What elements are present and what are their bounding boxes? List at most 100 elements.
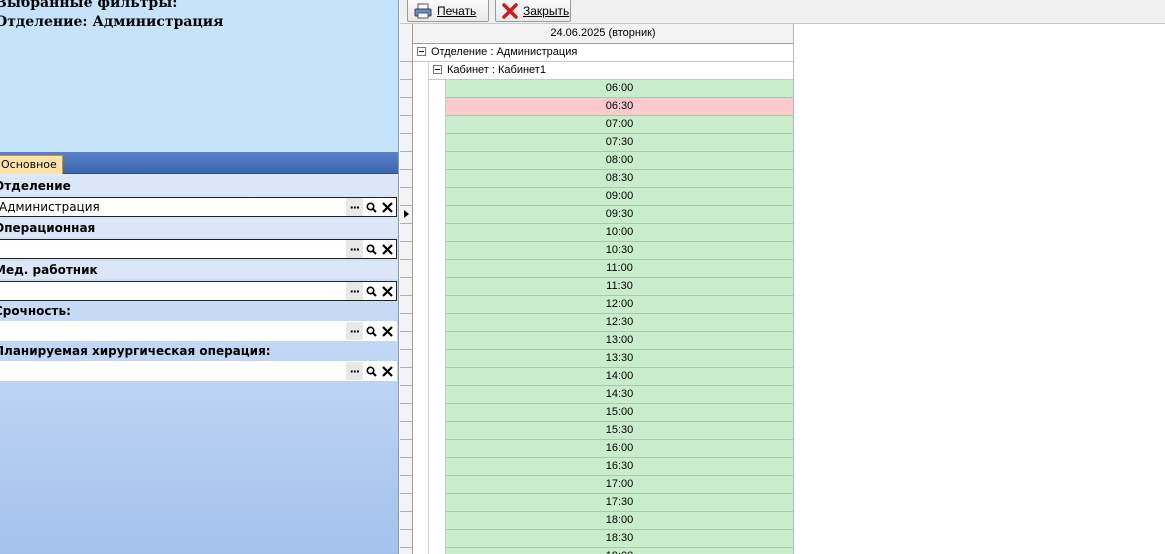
time-slot[interactable]: 09:00 — [446, 188, 793, 206]
ellipsis-icon: ··· — [349, 200, 361, 214]
time-slot[interactable]: 13:00 — [446, 332, 793, 350]
time-slot[interactable]: 07:00 — [446, 116, 793, 134]
row-indicator-cell[interactable] — [400, 332, 413, 350]
time-slot[interactable]: 12:30 — [446, 314, 793, 332]
operating-room-search-button[interactable] — [363, 240, 380, 258]
department-search-button[interactable] — [363, 198, 380, 216]
urgency-search-button[interactable] — [363, 322, 380, 340]
tab-main[interactable]: Основное — [0, 155, 63, 175]
row-indicator-cell[interactable] — [400, 170, 413, 188]
time-slot-list: 06:00 06:30 07:00 07:30 08:00 08:30 09:00 09:30… — [446, 80, 793, 554]
group-department-label: Отделение : Администрация — [431, 46, 578, 58]
print-button[interactable]: Печать — [407, 0, 489, 22]
collapse-toggle-icon[interactable] — [417, 47, 426, 56]
time-slot[interactable]: 18:30 — [446, 530, 793, 548]
time-slot[interactable]: 08:30 — [446, 170, 793, 188]
schedule-grid: 24.06.2025 (вторник) Отделение : Админис… — [400, 24, 794, 554]
row-indicator-cell[interactable] — [400, 98, 413, 116]
time-slot[interactable]: 19:00 — [446, 548, 793, 554]
row-indicator-cell[interactable] — [400, 512, 413, 530]
planned-surgery-search-button[interactable] — [363, 362, 380, 380]
operating-room-pick-button[interactable]: ··· — [346, 240, 363, 258]
department-clear-button[interactable] — [379, 198, 396, 216]
close-icon — [502, 3, 518, 19]
row-indicator-column — [400, 24, 413, 554]
row-indicator-cell[interactable] — [400, 80, 413, 98]
row-indicator-cell[interactable] — [400, 386, 413, 404]
time-slot[interactable]: 14:00 — [446, 368, 793, 386]
time-slot[interactable]: 10:00 — [446, 224, 793, 242]
close-icon — [382, 243, 393, 255]
time-slot[interactable]: 07:30 — [446, 134, 793, 152]
filter-tabstrip: Основное — [0, 152, 398, 175]
time-slot[interactable]: 10:30 — [446, 242, 793, 260]
time-slot[interactable]: 08:00 — [446, 152, 793, 170]
row-indicator-cell[interactable] — [400, 224, 413, 242]
row-indicator-cell[interactable] — [400, 404, 413, 422]
row-indicator-cell[interactable] — [400, 548, 413, 554]
search-icon — [365, 243, 377, 255]
time-slot[interactable]: 15:30 — [446, 422, 793, 440]
urgency-clear-button[interactable] — [379, 322, 396, 340]
time-slot[interactable]: 17:00 — [446, 476, 793, 494]
time-slot[interactable]: 06:00 — [446, 80, 793, 98]
date-column-header[interactable]: 24.06.2025 (вторник) — [413, 24, 793, 44]
time-slot[interactable]: 14:30 — [446, 386, 793, 404]
collapse-toggle-icon[interactable] — [433, 65, 442, 74]
department-field-buttons: ··· — [346, 197, 397, 217]
close-icon — [382, 325, 393, 337]
row-indicator-cell[interactable] — [400, 188, 413, 206]
time-slot[interactable]: 13:30 — [446, 350, 793, 368]
row-indicator-cell[interactable] — [400, 260, 413, 278]
operating-room-label: Операционная — [0, 219, 398, 237]
department-pick-button[interactable]: ··· — [346, 198, 363, 216]
group-row-room[interactable]: Кабинет : Кабинет1 — [429, 62, 793, 80]
row-indicator-cell[interactable] — [400, 314, 413, 332]
row-indicator-cell[interactable] — [400, 494, 413, 512]
row-indicator-cell[interactable] — [400, 152, 413, 170]
planned-surgery-pick-button[interactable]: ··· — [346, 362, 363, 380]
time-slot[interactable]: 06:30 — [446, 98, 793, 116]
row-indicator-cell[interactable] — [400, 296, 413, 314]
time-slot[interactable]: 16:30 — [446, 458, 793, 476]
close-button[interactable]: Закрыть — [495, 0, 571, 22]
time-slot[interactable]: 16:00 — [446, 440, 793, 458]
row-indicator-cell[interactable] — [400, 458, 413, 476]
row-indicator-cell[interactable] — [400, 242, 413, 260]
row-indicator-cell[interactable] — [400, 530, 413, 548]
row-indicator-cell[interactable] — [400, 44, 413, 62]
urgency-pick-button[interactable]: ··· — [346, 322, 363, 340]
row-indicator-cell[interactable] — [400, 62, 413, 80]
row-indicator-cell[interactable] — [400, 350, 413, 368]
department-field[interactable]: Администрация — [0, 197, 346, 217]
time-slot[interactable]: 18:00 — [446, 512, 793, 530]
row-indicator-cell[interactable] — [400, 116, 413, 134]
time-slot[interactable]: 15:00 — [446, 404, 793, 422]
row-indicator-cell[interactable] — [400, 368, 413, 386]
planned-surgery-label: Планируемая хирургическая операция: — [0, 344, 271, 358]
selected-filters-summary: Выбранные фильтры: Отделение: Администра… — [0, 0, 398, 152]
medical-worker-clear-button[interactable] — [379, 282, 396, 300]
urgency-label: Срочность: — [0, 304, 71, 318]
group-row-department[interactable]: Отделение : Администрация — [413, 44, 793, 62]
time-slot[interactable]: 12:00 — [446, 296, 793, 314]
row-indicator-cell[interactable] — [400, 422, 413, 440]
planned-surgery-field-buttons: ··· — [346, 361, 397, 381]
time-slot[interactable]: 09:30 — [446, 206, 793, 224]
planned-surgery-clear-button[interactable] — [379, 362, 396, 380]
toolbar: Печать Закрыть — [400, 0, 1165, 24]
medical-worker-search-button[interactable] — [363, 282, 380, 300]
medical-worker-pick-button[interactable]: ··· — [346, 282, 363, 300]
urgency-field[interactable] — [0, 321, 346, 341]
row-indicator-cell[interactable] — [400, 134, 413, 152]
time-slot[interactable]: 11:00 — [446, 260, 793, 278]
row-indicator-cell[interactable] — [400, 476, 413, 494]
operating-room-field[interactable] — [0, 239, 346, 259]
operating-room-clear-button[interactable] — [379, 240, 396, 258]
row-indicator-cell[interactable] — [400, 440, 413, 458]
time-slot[interactable]: 11:30 — [446, 278, 793, 296]
time-slot[interactable]: 17:30 — [446, 494, 793, 512]
medical-worker-field[interactable] — [0, 281, 346, 301]
planned-surgery-field[interactable] — [0, 361, 346, 381]
row-indicator-cell[interactable] — [400, 278, 413, 296]
